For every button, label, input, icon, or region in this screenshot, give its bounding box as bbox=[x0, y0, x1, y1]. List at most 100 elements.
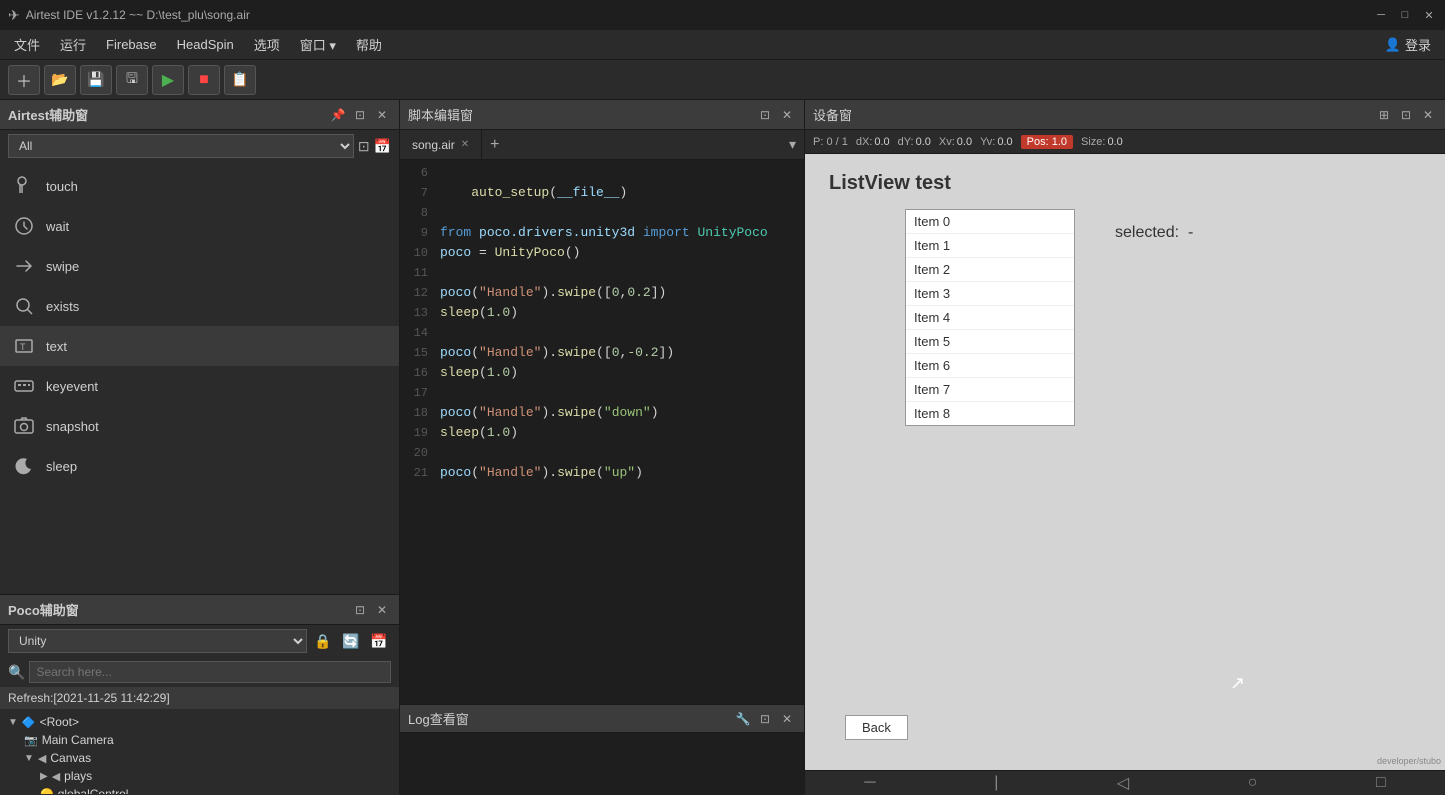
game-back-button[interactable]: Back bbox=[845, 715, 908, 740]
yv-val: 0.0 bbox=[997, 136, 1012, 148]
airtest-item-sleep-label: sleep bbox=[46, 459, 77, 474]
airtest-item-snapshot[interactable]: snapshot bbox=[0, 406, 399, 446]
editor-expand-button[interactable]: ⊡ bbox=[756, 106, 774, 124]
editor-dropdown-icon[interactable]: ▾ bbox=[789, 136, 796, 153]
login-button[interactable]: 👤 登录 bbox=[1375, 31, 1441, 58]
airtest-close-button[interactable]: ✕ bbox=[373, 106, 391, 124]
tab-close-button[interactable]: ✕ bbox=[461, 139, 469, 150]
log-expand-button[interactable]: ⊡ bbox=[756, 710, 774, 728]
device-circle-button[interactable]: ○ bbox=[1248, 774, 1258, 792]
open-button[interactable]: 📂 bbox=[44, 65, 76, 95]
user-icon: 👤 bbox=[1385, 37, 1401, 53]
xv-label: Xv: bbox=[939, 136, 955, 148]
new-button[interactable]: ＋ bbox=[8, 65, 40, 95]
device-square-button[interactable]: □ bbox=[1376, 774, 1386, 792]
device-xv: Xv: 0.0 bbox=[939, 136, 972, 148]
tab-add-button[interactable]: + bbox=[482, 136, 507, 154]
code-line-19: 19 sleep(1.0) bbox=[400, 424, 804, 444]
code-editor[interactable]: 6 7 auto_setup(__file__) 8 9 from poco.d… bbox=[400, 160, 804, 704]
tree-item-canvas[interactable]: ▼ ◀ Canvas bbox=[24, 749, 391, 767]
airtest-item-exists[interactable]: exists bbox=[0, 286, 399, 326]
airtest-pin-button[interactable]: 📌 bbox=[329, 106, 347, 124]
list-item-0[interactable]: Item 0 bbox=[906, 210, 1074, 234]
airtest-item-keyevent[interactable]: keyevent bbox=[0, 366, 399, 406]
airtest-settings-icon[interactable]: 📅 bbox=[374, 138, 391, 155]
xv-val: 0.0 bbox=[957, 136, 972, 148]
log-filter-button[interactable]: 🔧 bbox=[734, 710, 752, 728]
poco-refresh-text: Refresh:[2021-11-25 11:42:29] bbox=[8, 691, 170, 705]
window-title: Airtest IDE v1.2.12 ~~ D:\test_plu\song.… bbox=[26, 8, 1373, 22]
list-item-6[interactable]: Item 6 bbox=[906, 354, 1074, 378]
tree-arrow-plays: ▶ bbox=[40, 771, 48, 782]
list-item-4[interactable]: Item 4 bbox=[906, 306, 1074, 330]
device-screen[interactable]: ListView test Item 0 Item 1 Item 2 Item … bbox=[805, 154, 1445, 770]
airtest-item-wait[interactable]: wait bbox=[0, 206, 399, 246]
menu-firebase[interactable]: Firebase bbox=[96, 33, 167, 56]
airtest-expand-button[interactable]: ⊡ bbox=[351, 106, 369, 124]
poco-settings-icon[interactable]: 📅 bbox=[367, 629, 391, 653]
airtest-filter-select[interactable]: All Android iOS Windows bbox=[8, 134, 354, 158]
maximize-button[interactable]: □ bbox=[1397, 7, 1413, 23]
stop-button[interactable]: ■ bbox=[188, 65, 220, 95]
save-button[interactable]: 💾 bbox=[80, 65, 112, 95]
device-home-button[interactable]: ─ bbox=[864, 774, 875, 792]
poco-search-box: 🔍 bbox=[0, 657, 399, 687]
log-close-button[interactable]: ✕ bbox=[778, 710, 796, 728]
tree-item-maincamera[interactable]: 📷 Main Camera bbox=[24, 731, 391, 749]
device-center-button[interactable]: | bbox=[994, 774, 998, 792]
poco-lock-icon[interactable]: 🔒 bbox=[311, 629, 335, 653]
list-item-3[interactable]: Item 3 bbox=[906, 282, 1074, 306]
tree-item-root[interactable]: ▼ 🔷 <Root> bbox=[8, 713, 391, 731]
airtest-item-wait-label: wait bbox=[46, 219, 69, 234]
menu-options[interactable]: 选项 bbox=[244, 31, 290, 58]
editor-close-button[interactable]: ✕ bbox=[778, 106, 796, 124]
code-line-7: 7 auto_setup(__file__) bbox=[400, 184, 804, 204]
device-close-button[interactable]: ✕ bbox=[1419, 106, 1437, 124]
device-panel-title: 设备窗 bbox=[813, 105, 852, 124]
record-button[interactable]: 📋 bbox=[224, 65, 256, 95]
airtest-item-keyevent-label: keyevent bbox=[46, 379, 98, 394]
poco-close-button[interactable]: ✕ bbox=[373, 601, 391, 619]
menu-help[interactable]: 帮助 bbox=[346, 31, 392, 58]
log-body bbox=[400, 733, 804, 795]
code-line-21: 21 poco("Handle").swipe("up") bbox=[400, 464, 804, 484]
airtest-record-icon[interactable]: ⊡ bbox=[358, 138, 370, 155]
text-icon: T bbox=[12, 334, 36, 358]
poco-mode-select[interactable]: Unity Android iOS bbox=[8, 629, 307, 653]
minimize-button[interactable]: ─ bbox=[1373, 7, 1389, 23]
list-item-1[interactable]: Item 1 bbox=[906, 234, 1074, 258]
list-item-8[interactable]: Item 8 bbox=[906, 402, 1074, 425]
list-item-7[interactable]: Item 7 bbox=[906, 378, 1074, 402]
airtest-item-touch-label: touch bbox=[46, 179, 78, 194]
tree-label-plays: plays bbox=[64, 769, 92, 783]
run-button[interactable]: ▶ bbox=[152, 65, 184, 95]
code-line-9: 9 from poco.drivers.unity3d import Unity… bbox=[400, 224, 804, 244]
airtest-item-swipe[interactable]: swipe bbox=[0, 246, 399, 286]
airtest-item-touch[interactable]: touch bbox=[0, 166, 399, 206]
log-panel: Log查看窗 🔧 ⊡ ✕ bbox=[400, 704, 804, 794]
poco-expand-button[interactable]: ⊡ bbox=[351, 601, 369, 619]
list-item-5[interactable]: Item 5 bbox=[906, 330, 1074, 354]
device-fullscreen-button[interactable]: ⊞ bbox=[1375, 106, 1393, 124]
poco-search-input[interactable] bbox=[29, 661, 391, 683]
tree-item-plays[interactable]: ▶ ◀ plays bbox=[40, 767, 391, 785]
device-expand-button[interactable]: ⊡ bbox=[1397, 106, 1415, 124]
poco-refresh-icon[interactable]: 🔄 bbox=[339, 629, 363, 653]
dy-val: 0.0 bbox=[916, 136, 931, 148]
tree-label-maincamera: Main Camera bbox=[42, 733, 114, 747]
menu-window[interactable]: 窗口 ▾ bbox=[290, 31, 346, 58]
tree-item-globalcontrol[interactable]: 🟡 globalControl bbox=[40, 785, 391, 794]
close-button[interactable]: ✕ bbox=[1421, 7, 1437, 23]
airtest-item-text[interactable]: T text bbox=[0, 326, 399, 366]
list-item-2[interactable]: Item 2 bbox=[906, 258, 1074, 282]
airtest-item-sleep[interactable]: sleep bbox=[0, 446, 399, 486]
saveas-button[interactable]: 🖫 bbox=[116, 65, 148, 95]
tree-label-globalcontrol: globalControl bbox=[58, 787, 129, 794]
dy-label: dY: bbox=[898, 136, 914, 148]
tab-song-air[interactable]: song.air ✕ bbox=[400, 130, 482, 159]
device-back-nav-button[interactable]: ◁ bbox=[1117, 773, 1129, 793]
menu-run[interactable]: 运行 bbox=[50, 31, 96, 58]
menu-file[interactable]: 文件 bbox=[4, 31, 50, 58]
menu-headspin[interactable]: HeadSpin bbox=[167, 33, 244, 56]
poco-tree-view: ▼ 🔷 <Root> 📷 Main Camera ▼ ◀ Canvas ▶ bbox=[0, 709, 399, 794]
